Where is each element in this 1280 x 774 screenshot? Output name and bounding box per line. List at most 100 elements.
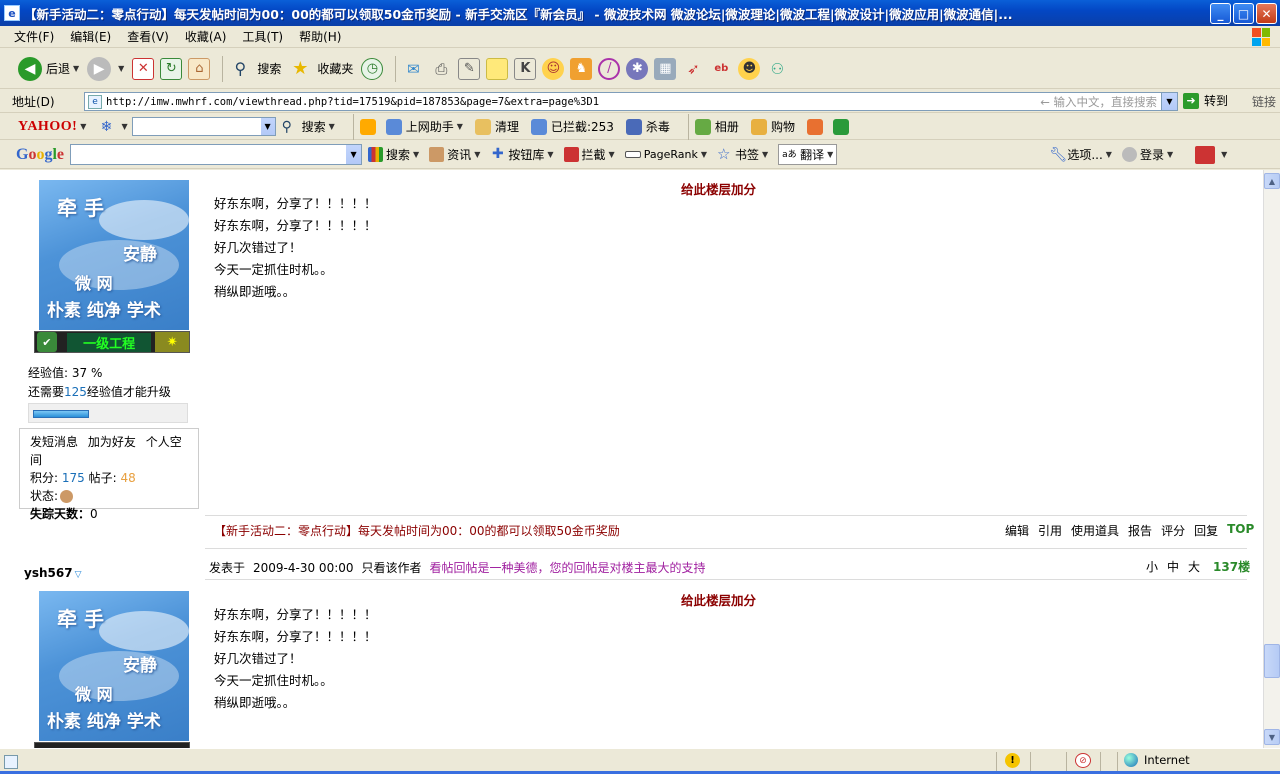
tools-plugin-icon[interactable]: ▦	[654, 57, 677, 80]
smiley-icon[interactable]: ☻	[738, 57, 761, 80]
top-link[interactable]: TOP	[1227, 522, 1254, 539]
warning-icon[interactable]: !	[1005, 753, 1020, 768]
no-sign-icon[interactable]: /	[598, 57, 621, 80]
address-input[interactable]: e http://imw.mwhrf.com/viewthread.php?ti…	[84, 92, 1178, 111]
experience-info: 经验值: 37 % 还需要125经验值才能升级	[28, 364, 171, 402]
send-message-link[interactable]: 发短消息	[30, 435, 78, 449]
snowflake-icon[interactable]: ❄	[98, 119, 114, 135]
font-medium-link[interactable]: 中	[1167, 558, 1179, 575]
login-button[interactable]: 登录 ▼	[1121, 146, 1173, 163]
rate-floor-title[interactable]: 给此楼层加分	[681, 590, 756, 609]
assistant-button[interactable]: 上网助手 ▼	[385, 118, 463, 135]
security-zone[interactable]: Internet	[1124, 753, 1190, 767]
flag-icon[interactable]	[359, 118, 376, 135]
translate-button[interactable]: aあ 翻译 ▼	[778, 144, 838, 165]
rate-floor-title[interactable]: 给此楼层加分	[681, 179, 756, 198]
combo-dropdown-icon[interactable]: ▼	[346, 145, 362, 164]
font-large-link[interactable]: 大	[1188, 558, 1200, 575]
google-toolbar: Google ▼ 搜索 ▼ 资讯 ▼ ✚ 按钮库 ▼ 拦截 ▼ PageRank ▼ ☆ …	[0, 141, 1280, 169]
close-button[interactable]: ✕	[1256, 3, 1277, 24]
maximize-button[interactable]: □	[1233, 3, 1254, 24]
scroll-down-icon[interactable]: ▼	[1264, 729, 1280, 745]
menu-favorites[interactable]: 收藏(A)	[185, 28, 227, 45]
ebay-icon[interactable]: eb	[710, 58, 732, 80]
shopping-button[interactable]: 购物	[750, 118, 795, 135]
pagerank-button[interactable]: PageRank ▼	[624, 148, 707, 161]
post-author[interactable]: ysh567 ▽	[24, 566, 81, 580]
home-icon[interactable]: ⌂	[188, 57, 211, 80]
scroll-up-icon[interactable]: ▲	[1264, 173, 1280, 189]
menu-edit[interactable]: 编辑(E)	[70, 28, 111, 45]
only-author-link[interactable]: 只看该作者	[362, 559, 422, 576]
google-logo[interactable]: Google	[16, 146, 64, 164]
calendar-icon[interactable]	[806, 118, 823, 135]
album-button[interactable]: 相册	[694, 118, 739, 135]
bookmarks-button[interactable]: ☆ 书签 ▼	[717, 146, 768, 163]
menu-tools[interactable]: 工具(T)	[242, 28, 283, 45]
links-label[interactable]: 链接	[1252, 93, 1276, 110]
edit-link[interactable]: 编辑	[1005, 522, 1029, 539]
menu-file[interactable]: 文件(F)	[14, 28, 54, 45]
experience-need: 还需要125经验值才能升级	[28, 385, 171, 399]
signature-link[interactable]: 【新手活动二：零点行动】每天发帖时间为00：00的都可以领取50金币奖励	[214, 522, 620, 539]
edit-icon[interactable]: ✎	[458, 57, 481, 80]
use-item-link[interactable]: 使用道具	[1071, 522, 1119, 539]
standard-toolbar: ◀ 后退 ▼ ▶ ▼ ✕ ↻ ⌂ ⚲ 搜索 ★ 收藏夹 ◷ ✉ ⎙ ✎ K ☺ ♞ …	[0, 49, 1280, 89]
stop-icon[interactable]: ✕	[132, 57, 155, 80]
k-plugin-icon[interactable]: K	[514, 57, 537, 80]
pdf-icon[interactable]	[1195, 145, 1216, 164]
history-icon[interactable]: ◷	[361, 57, 384, 80]
rate-link[interactable]: 评分	[1161, 522, 1185, 539]
menu-view[interactable]: 查看(V)	[127, 28, 169, 45]
notes-icon[interactable]	[486, 57, 509, 80]
bird-icon[interactable]: ➶	[682, 58, 704, 80]
pagerank-bar-icon	[624, 151, 641, 158]
msn-people-icon[interactable]: ⚇	[766, 58, 788, 80]
favorites-button[interactable]: ★ 收藏夹	[289, 54, 353, 84]
post-line: 好几次错过了！	[214, 651, 302, 666]
yahoo-logo[interactable]: YAHOO!	[18, 119, 77, 135]
combo-dropdown-icon[interactable]: ▼	[260, 118, 275, 135]
google-search-button[interactable]: 搜索 ▼	[368, 146, 419, 163]
search-button[interactable]: ⚲ 搜索	[229, 54, 281, 84]
reply-link[interactable]: 回复	[1194, 522, 1218, 539]
avatar-text-2: 安静	[123, 245, 157, 265]
google-search-input[interactable]: ▼	[70, 144, 363, 165]
post-actions: 编辑 引用 使用道具 报告 评分 回复 TOP	[1005, 522, 1254, 539]
go-button[interactable]: ➜ 转到	[1183, 92, 1228, 109]
popup-block-button[interactable]: 拦截 ▼	[563, 146, 615, 163]
address-dropdown-icon[interactable]: ▼	[1161, 93, 1177, 110]
post-line: 好东东啊，分享了！！！！！	[214, 218, 377, 233]
gear-plugin-icon[interactable]: ✱	[626, 57, 649, 80]
antivirus-button[interactable]: 杀毒	[625, 118, 670, 135]
options-button[interactable]: 🔧︎ 选项... ▼	[1049, 146, 1112, 163]
vertical-scrollbar[interactable]: ▲ ▼	[1263, 170, 1280, 748]
address-url[interactable]: http://imw.mwhrf.com/viewthread.php?tid=…	[106, 96, 599, 108]
forward-button[interactable]: ▶ ▼	[87, 54, 124, 84]
news-button[interactable]: 资讯 ▼	[429, 146, 480, 163]
title-bar: e 【新手活动二：零点行动】每天发帖时间为00：00的都可以领取50金币奖励 -…	[0, 0, 1280, 26]
mail-icon[interactable]: ✉	[402, 58, 424, 80]
quote-link[interactable]: 引用	[1038, 522, 1062, 539]
yahoo-search-input[interactable]: ▼	[131, 117, 276, 136]
messenger-icon[interactable]: ☺	[542, 57, 565, 80]
windows-logo-icon	[1252, 28, 1270, 46]
popup-blocked-icon[interactable]: ⊘	[1075, 753, 1091, 768]
phone-icon[interactable]	[832, 118, 849, 135]
font-small-link[interactable]: 小	[1146, 558, 1158, 575]
menu-help[interactable]: 帮助(H)	[299, 28, 341, 45]
print-icon[interactable]: ⎙	[430, 58, 452, 80]
report-link[interactable]: 报告	[1128, 522, 1152, 539]
add-friend-link[interactable]: 加为好友	[88, 435, 136, 449]
button-gallery[interactable]: ✚ 按钮库 ▼	[490, 146, 554, 163]
clean-button[interactable]: 清理	[474, 118, 519, 135]
back-button[interactable]: ◀ 后退 ▼	[18, 54, 79, 84]
minimize-button[interactable]: _	[1210, 3, 1231, 24]
dropdown-icon[interactable]: ▽	[75, 570, 82, 580]
scroll-thumb[interactable]	[1264, 644, 1280, 678]
yahoo-search-button[interactable]: ⚲ 搜索 ▼	[282, 118, 335, 135]
plugin-orange-icon[interactable]: ♞	[570, 57, 593, 80]
blocked-button[interactable]: 已拦截:253	[530, 118, 614, 135]
refresh-icon[interactable]: ↻	[160, 57, 183, 80]
toolbar-separator	[687, 113, 689, 140]
